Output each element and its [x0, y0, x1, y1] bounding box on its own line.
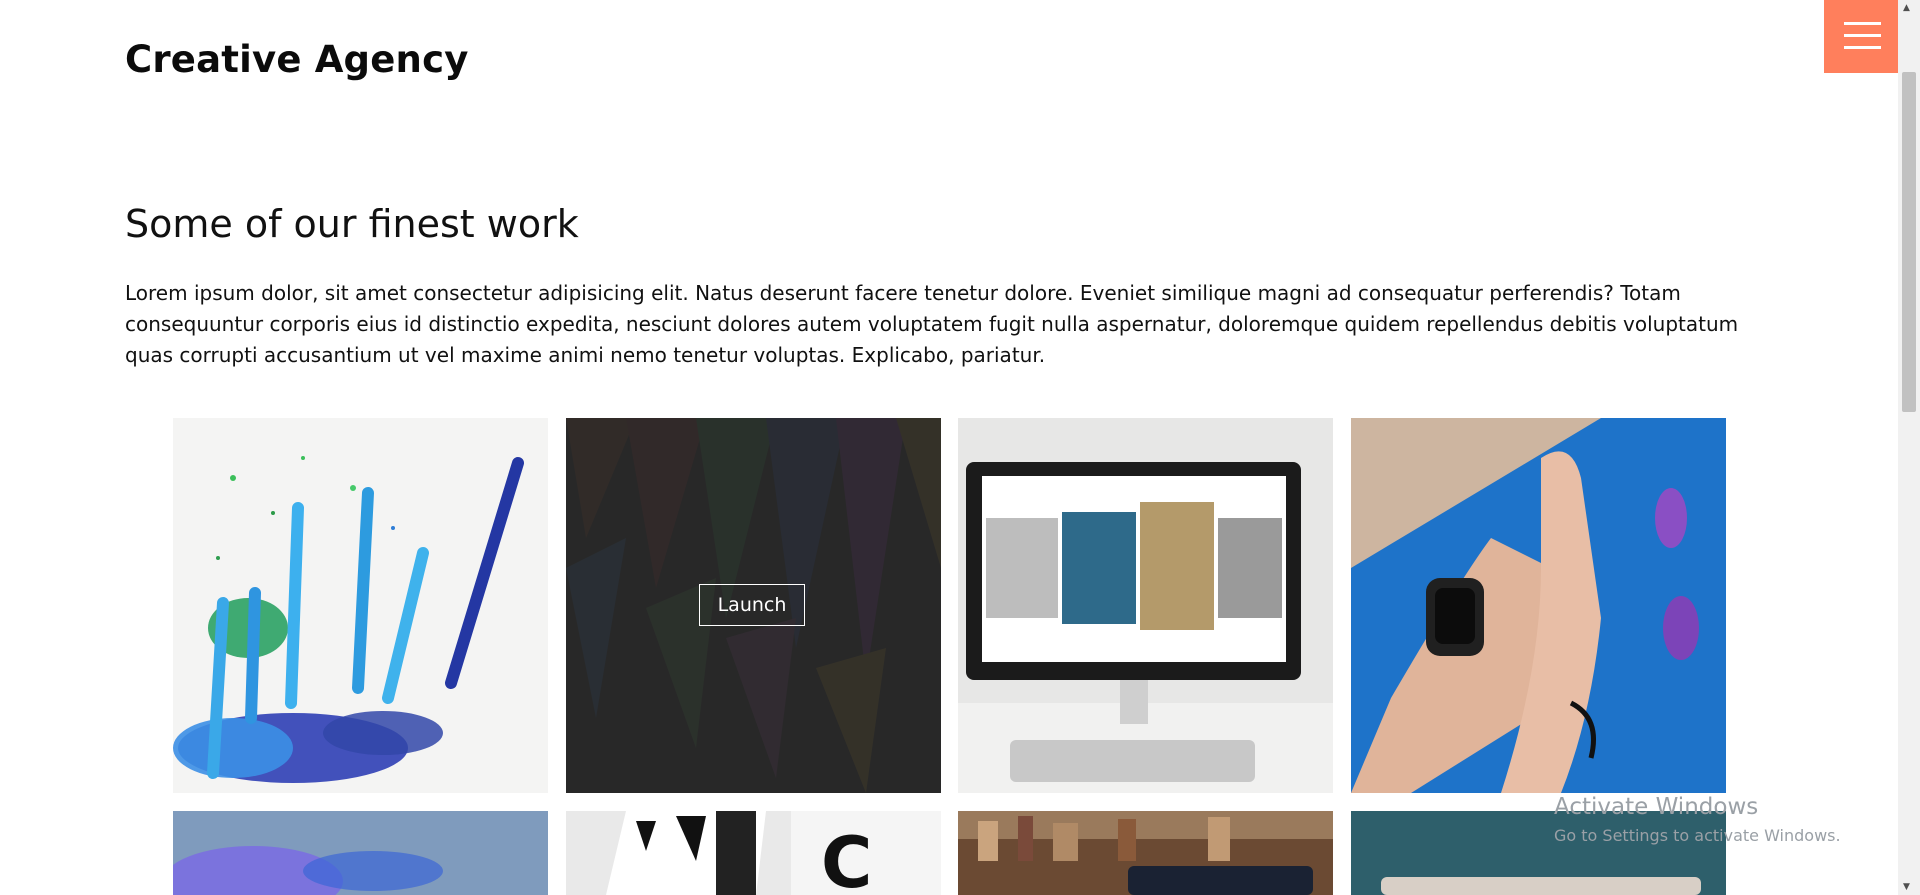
- gallery-item-2[interactable]: Launch: [566, 418, 941, 793]
- scroll-up-icon[interactable]: ▲: [1903, 3, 1910, 13]
- gallery-item-5[interactable]: [173, 811, 548, 895]
- scroll-thumb[interactable]: [1902, 72, 1916, 412]
- svg-text:C: C: [821, 822, 872, 895]
- typography-posters-image: C: [566, 811, 941, 895]
- blue-blur-image: [173, 811, 548, 895]
- laptop-bookshelf-image: [958, 811, 1333, 895]
- windows-activation-watermark: Activate Windows Go to Settings to activ…: [1554, 794, 1841, 845]
- gallery-item-7[interactable]: [958, 811, 1333, 895]
- scroll-down-icon[interactable]: ▼: [1903, 882, 1910, 892]
- gallery-item-4[interactable]: [1351, 418, 1726, 793]
- vertical-scrollbar[interactable]: ▲ ▼: [1898, 0, 1920, 895]
- gallery-item-6[interactable]: C: [566, 811, 941, 895]
- smartwatch-wrist-image: [1351, 418, 1726, 793]
- colored-pencil-shavings-image: [173, 418, 548, 793]
- intro-paragraph: Lorem ipsum dolor, sit amet consectetur …: [125, 281, 1739, 367]
- gallery-item-1[interactable]: [173, 418, 548, 793]
- menu-button[interactable]: [1824, 0, 1898, 73]
- desktop-monitor-mockup-image: [958, 418, 1333, 793]
- gallery-item-3[interactable]: [958, 418, 1333, 793]
- section-title: Some of our finest work: [125, 202, 579, 246]
- watermark-title: Activate Windows: [1554, 794, 1759, 820]
- site-logo[interactable]: Creative Agency: [125, 38, 469, 81]
- watermark-subtitle: Go to Settings to activate Windows.: [1554, 826, 1841, 845]
- launch-button[interactable]: Launch: [699, 584, 805, 626]
